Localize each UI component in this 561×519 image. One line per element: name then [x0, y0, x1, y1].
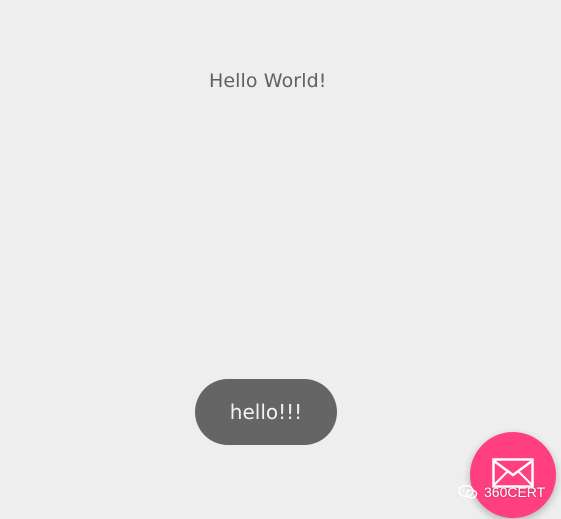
- watermark-text: 360CERT: [484, 484, 546, 500]
- wechat-icon: [458, 484, 478, 499]
- hello-world-text: Hello World!: [209, 70, 327, 92]
- watermark: 360CERT: [458, 484, 545, 500]
- mail-fab-button[interactable]: [470, 432, 556, 518]
- toast-message: hello!!!: [195, 379, 337, 445]
